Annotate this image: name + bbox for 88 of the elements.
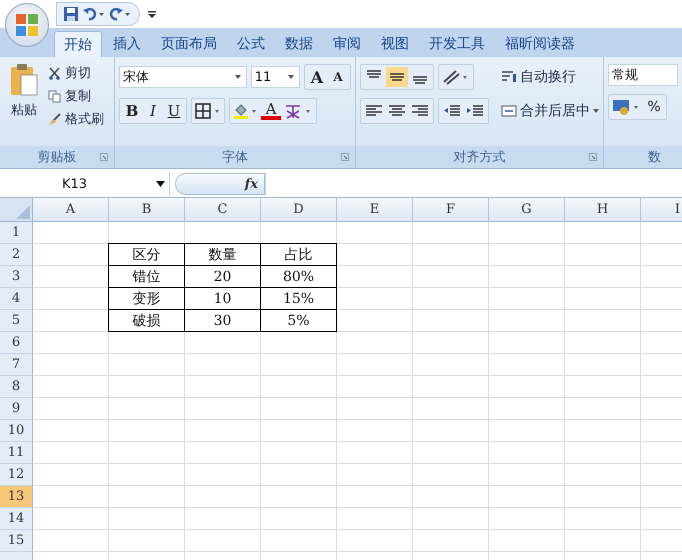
cut-button[interactable]: 剪切 [48,63,104,83]
grow-font-button[interactable]: A [307,66,327,88]
dialog-launcher-icon[interactable] [589,153,597,161]
group-label: 数 [648,149,661,166]
name-box[interactable]: K13 [0,172,170,196]
wrap-text-icon [501,70,517,84]
table-cell: 15% [261,288,337,310]
save-icon[interactable] [63,6,79,22]
font-size-dropdown[interactable]: 11 [250,66,300,88]
group-label: 剪贴板 [38,149,76,166]
brush-icon [48,112,61,126]
bold-button[interactable]: B [122,100,142,122]
column-header[interactable]: E [337,198,413,222]
wrap-text-button[interactable]: 自动换行 [501,64,599,90]
customize-icon[interactable] [148,9,156,19]
table-cell: 20 [185,266,261,288]
column-header[interactable]: F [413,198,489,222]
table-cell: 数量 [185,244,261,266]
table-cell: 10 [185,288,261,310]
row-header[interactable]: 10 [0,420,33,442]
ribbon-tab[interactable]: 数据 [276,31,322,57]
row-header[interactable]: 1 [0,222,33,244]
ribbon-tab[interactable]: 视图 [372,31,418,57]
ribbon-tab[interactable]: 公式 [228,31,274,57]
copy-icon [48,90,61,102]
row-header[interactable]: 9 [0,398,33,420]
corner-triangle-icon [16,205,30,219]
table-cell: 80% [261,266,337,288]
clipboard-icon [9,63,39,97]
row-header[interactable]: 14 [0,508,33,530]
table-cell: 区分 [109,244,185,266]
column-header[interactable]: B [109,198,185,222]
paste-button[interactable]: 粘贴 [4,61,44,146]
row-header[interactable]: 2 [0,244,33,266]
row-header[interactable]: 7 [0,354,33,376]
ribbon-tab[interactable]: 福昕阅读器 [496,31,584,57]
column-header[interactable]: G [489,198,565,222]
column-header[interactable]: I [641,198,682,222]
office-button[interactable] [5,3,49,47]
ribbon-tab[interactable]: 插入 [104,31,150,57]
italic-button[interactable]: I [143,100,163,122]
undo-icon[interactable] [83,7,105,21]
insert-function-button[interactable]: fx [175,173,265,195]
dropdown-arrow-icon [156,181,165,187]
table-cell: 占比 [261,244,337,266]
redo-icon[interactable] [109,7,131,21]
ribbon-tab[interactable]: 页面布局 [152,31,226,57]
table-cell: 5% [261,310,337,332]
column-header[interactable]: C [185,198,261,222]
row-header[interactable]: 12 [0,464,33,486]
underline-button[interactable]: U [164,100,184,122]
dropdown-arrow-icon [234,75,241,79]
table-cell: 错位 [109,266,185,288]
align-middle-icon[interactable] [386,67,408,87]
row-header[interactable]: 15 [0,530,33,552]
table-cell: 破损 [109,310,185,332]
ribbon-tab[interactable]: 开始 [54,31,102,57]
dialog-launcher-icon[interactable] [100,153,108,161]
table-cell: 30 [185,310,261,332]
row-header[interactable]: 8 [0,376,33,398]
number-format-dropdown[interactable]: 常规 [608,64,678,86]
group-label: 字体 [222,149,248,166]
font-color-button[interactable]: A [261,102,281,120]
group-label: 对齐方式 [454,149,506,166]
column-header[interactable]: D [261,198,337,222]
table-cell: 变形 [109,288,185,310]
borders-icon[interactable] [194,102,222,120]
column-header[interactable]: H [565,198,641,222]
merge-center-button[interactable]: 合并后居中 [501,98,599,124]
shrink-font-button[interactable]: A [328,66,348,88]
row-header[interactable]: 11 [0,442,33,464]
ribbon-tab[interactable]: 开发工具 [420,31,494,57]
format-painter-button[interactable]: 格式刷 [48,109,104,129]
font-name-dropdown[interactable]: 宋体 [119,66,247,88]
dropdown-arrow-icon [593,109,599,113]
merge-cells-icon [501,104,517,118]
column-header[interactable]: A [33,198,109,222]
scissors-icon [48,66,61,80]
row-header[interactable]: 5 [0,310,33,332]
row-header[interactable]: 4 [0,288,33,310]
row-header[interactable]: 13 [0,486,33,508]
dropdown-arrow-icon [288,75,294,79]
row-header[interactable]: 6 [0,332,33,354]
ribbon-tab[interactable]: 审阅 [324,31,370,57]
dialog-launcher-icon[interactable] [341,153,349,161]
office-logo-icon [15,13,39,37]
copy-button[interactable]: 复制 [48,86,104,106]
row-header[interactable]: 3 [0,266,33,288]
